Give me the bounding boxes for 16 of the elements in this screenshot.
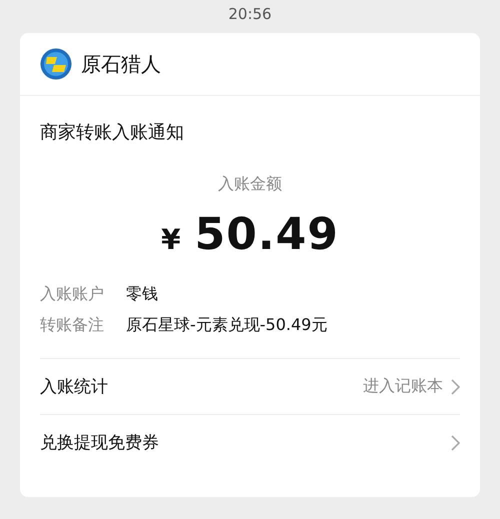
link-label[interactable]: 兑换提现免费券 <box>40 431 159 454</box>
status-time: 20:56 <box>227 4 273 25</box>
chevron-right-icon <box>451 434 460 450</box>
app-logo-icon <box>40 48 72 80</box>
detail-value: 零钱 <box>126 284 158 305</box>
detail-label: 转账备注 <box>40 315 104 336</box>
sender-name: 原石猎人 <box>81 50 161 78</box>
amount-value: 50.49 <box>194 209 339 260</box>
detail-value: 原石星球-元素兑现-50.49元 <box>126 315 328 336</box>
amount-label: 入账金额 <box>217 174 283 195</box>
detail-label: 入账账户 <box>40 284 104 305</box>
notice-title: 商家转账入账通知 <box>40 121 185 144</box>
link-detail[interactable]: 进入记账本 <box>363 376 443 397</box>
chevron-right-icon <box>451 378 460 394</box>
currency-symbol: ¥ <box>161 223 181 256</box>
link-label[interactable]: 入账统计 <box>40 375 108 398</box>
